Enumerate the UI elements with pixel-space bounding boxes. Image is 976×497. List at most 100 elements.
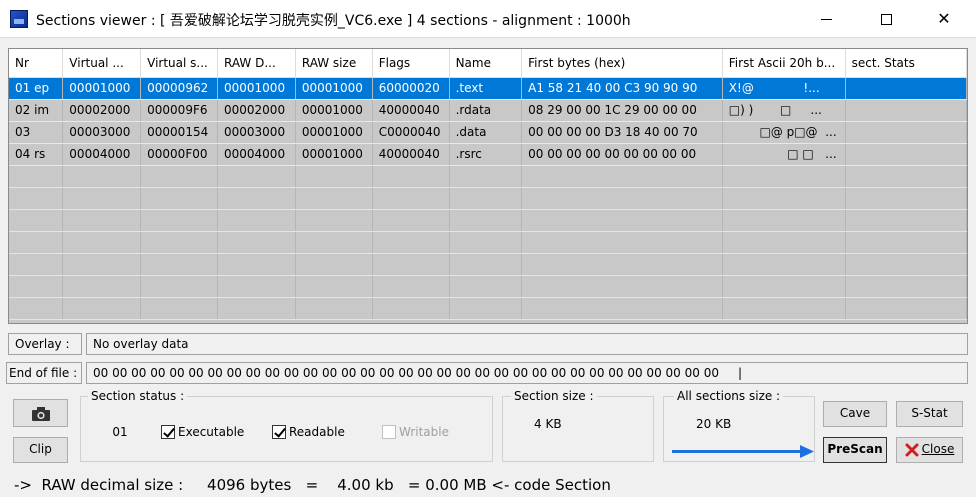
executable-label: Executable (178, 425, 245, 439)
minimize-icon (820, 19, 832, 20)
empty-row (9, 209, 967, 232)
checkbox-unchecked (382, 425, 396, 439)
cell: 00001000 (295, 143, 373, 166)
sections-table: Nr Virtual ... Virtual s... RAW D... RAW… (9, 49, 967, 320)
cell: 00002000 (217, 99, 296, 122)
close-window-button[interactable]: ✕ (918, 0, 970, 38)
cell (845, 77, 967, 100)
section-size-title: Section size : (511, 389, 597, 403)
app-icon (10, 10, 28, 28)
cell: .rdata (449, 99, 523, 122)
cell: 60000020 (372, 77, 450, 100)
table-row[interactable]: 02 im 00002000 000009F6 00002000 0000100… (9, 99, 967, 122)
checkbox-checked (272, 425, 286, 439)
cell: .data (449, 121, 523, 144)
minimize-button[interactable] (800, 0, 852, 38)
sections-grid[interactable]: Nr Virtual ... Virtual s... RAW D... RAW… (8, 48, 968, 324)
cell: 04 rs (9, 143, 64, 166)
empty-row (9, 275, 967, 298)
cell: 00 00 00 00 D3 18 40 00 70 (521, 121, 723, 144)
section-index: 01 (111, 425, 129, 439)
column-header[interactable]: RAW D... (217, 49, 296, 78)
cell: 00002000 (62, 99, 142, 122)
title-bar: Sections viewer : [ 吾爱破解论坛学习脱壳实例_VC6.exe… (0, 0, 976, 38)
writable-checkbox[interactable]: Writable (382, 425, 449, 439)
cell: 00000962 (140, 77, 218, 100)
cell: 000009F6 (140, 99, 218, 122)
eof-value: 00 00 00 00 00 00 00 00 00 00 00 00 00 0… (86, 362, 968, 384)
column-header[interactable]: sect. Stats (845, 49, 967, 78)
cell (845, 121, 967, 144)
table-row[interactable]: 03 00003000 00000154 00003000 00001000 C… (9, 121, 967, 144)
empty-row (9, 165, 967, 188)
cell: 00001000 (295, 99, 373, 122)
column-header[interactable]: Nr (9, 49, 64, 78)
maximize-icon (880, 14, 892, 25)
cave-button[interactable]: Cave (823, 401, 887, 427)
column-header[interactable]: Flags (372, 49, 450, 78)
column-header[interactable]: RAW size (295, 49, 373, 78)
cell: 00 00 00 00 00 00 00 00 00 (521, 143, 723, 166)
close-x-icon (905, 443, 919, 456)
table-row[interactable]: 04 rs 00004000 00000F00 00004000 0000100… (9, 143, 967, 166)
column-header[interactable]: Name (449, 49, 523, 78)
window-title: Sections viewer : [ 吾爱破解论坛学习脱壳实例_VC6.exe… (36, 13, 631, 29)
writable-label: Writable (399, 425, 449, 439)
cell: 00000F00 (140, 143, 218, 166)
cell: □@ p□@ ... (722, 121, 846, 144)
readable-checkbox[interactable]: Readable (272, 425, 345, 439)
cell: 00001000 (62, 77, 142, 100)
table-row[interactable]: 01 ep 00001000 00000962 00001000 0000100… (9, 77, 967, 100)
cell: 03 (9, 121, 64, 144)
column-header[interactable]: Virtual ... (62, 49, 142, 78)
cell: □) ) □ ... (722, 99, 846, 122)
close-button-label: Close (921, 442, 955, 456)
overlay-value: No overlay data (86, 333, 968, 355)
close-button[interactable]: Close (896, 437, 963, 463)
eof-label: End of file : (6, 362, 82, 384)
cell: A1 58 21 40 00 C3 90 90 90 (521, 77, 723, 100)
cell: 02 im (9, 99, 64, 122)
status-bar: -> RAW decimal size : 4096 bytes = 4.00 … (14, 476, 611, 494)
cell: □ □ ... (722, 143, 846, 166)
readable-label: Readable (289, 425, 345, 439)
cell: 40000040 (372, 99, 450, 122)
section-status-title: Section status : (88, 389, 188, 403)
grid-header: Nr Virtual ... Virtual s... RAW D... RAW… (9, 49, 967, 78)
column-header[interactable]: Virtual s... (140, 49, 218, 78)
cell: 00001000 (295, 121, 373, 144)
section-size-group (502, 396, 654, 462)
cell: 00000154 (140, 121, 218, 144)
camera-icon (31, 406, 50, 421)
arrow-right-icon (672, 445, 814, 458)
cell (845, 143, 967, 166)
screenshot-button[interactable] (13, 399, 68, 427)
empty-row (9, 253, 967, 276)
cell: 00001000 (217, 77, 296, 100)
cell: 08 29 00 00 1C 29 00 00 00 (521, 99, 723, 122)
section-size-value: 4 KB (534, 417, 562, 431)
executable-checkbox[interactable]: Executable (161, 425, 244, 439)
cell: .text (449, 77, 523, 100)
prescan-button[interactable]: PreScan (823, 437, 887, 463)
cell: 01 ep (9, 77, 64, 100)
empty-row (9, 231, 967, 254)
cell: .rsrc (449, 143, 523, 166)
cell (845, 99, 967, 122)
empty-row (9, 187, 967, 210)
cell: 00003000 (62, 121, 142, 144)
cell: 00004000 (217, 143, 296, 166)
cell: 00004000 (62, 143, 142, 166)
cell: 40000040 (372, 143, 450, 166)
clip-button[interactable]: Clip (13, 437, 68, 463)
all-sections-size-value: 20 KB (696, 417, 732, 431)
close-icon: ✕ (937, 9, 951, 28)
cell: 00001000 (295, 77, 373, 100)
maximize-button[interactable] (860, 0, 912, 38)
checkbox-checked (161, 425, 175, 439)
s-stat-button[interactable]: S-Stat (896, 401, 963, 427)
column-header[interactable]: First bytes (hex) (521, 49, 723, 78)
cell: C0000040 (372, 121, 450, 144)
empty-row (9, 297, 967, 320)
column-header[interactable]: First Ascii 20h b... (722, 49, 846, 78)
